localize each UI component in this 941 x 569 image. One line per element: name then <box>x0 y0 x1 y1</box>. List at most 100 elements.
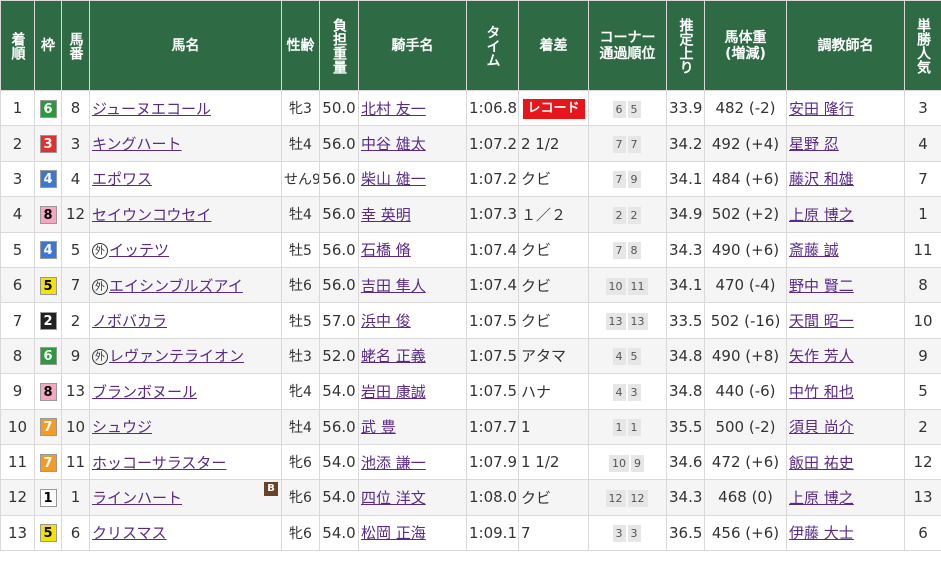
rank-value: 7 <box>12 311 23 330</box>
popularity-cell: 8 <box>904 266 941 304</box>
trainer-name-link[interactable]: 野中 賢二 <box>789 277 854 295</box>
trainer-cell: 中竹 和也 <box>786 373 905 410</box>
header-jockey: 騎手名 <box>358 0 467 91</box>
weight-cell: 54.0 <box>319 514 359 552</box>
weight-cell: 56.0 <box>319 266 359 304</box>
jockey-name-link[interactable]: 北村 友一 <box>361 100 426 118</box>
umaban-cell: 12 <box>61 196 90 233</box>
trainer-cell: 上原 博之 <box>786 479 905 516</box>
jockey-name-link[interactable]: 武 豊 <box>361 418 396 436</box>
horse-name-link[interactable]: エポワス <box>92 170 152 188</box>
table-row: 8 6 9 外レヴァンテライオン 牡3 52.0 蛯名 正義 1:07.5 アタ… <box>0 337 941 375</box>
time-value: 1:07.2 <box>469 134 517 153</box>
horse-name-link[interactable]: クリスマス <box>92 524 167 542</box>
jockey-cell: 北村 友一 <box>358 89 467 127</box>
table-row: 6 5 7 外エイシンブルズアイ 牡6 56.0 吉田 隼人 1:07.4 クビ… <box>0 266 941 304</box>
jockey-name-link[interactable]: 石橋 脩 <box>361 241 411 259</box>
weight-value: 54.0 <box>322 453 356 472</box>
jockey-cell: 武 豊 <box>358 408 467 445</box>
jockey-name-link[interactable]: 浜中 俊 <box>361 312 411 330</box>
rank-cell: 6 <box>0 266 35 304</box>
horse-name-link[interactable]: キングハート <box>92 135 182 153</box>
umaban-cell: 11 <box>61 443 90 481</box>
margin-cell: ハナ <box>518 373 589 410</box>
sexage-value: 牝6 <box>289 490 312 507</box>
horse-name-link[interactable]: シュウジ <box>92 418 152 436</box>
sexage-cell: 牡5 <box>281 302 320 339</box>
jockey-name-link[interactable]: 松岡 正海 <box>361 524 426 542</box>
horse-name-link[interactable]: ブランボヌール <box>92 383 197 401</box>
horse-name-link[interactable]: ラインハート <box>92 489 182 507</box>
corner-pos-1: 4 <box>612 348 626 366</box>
jockey-name-link[interactable]: 池添 謙一 <box>361 454 426 472</box>
horse-name-link[interactable]: ジューヌエコール <box>92 100 211 118</box>
weight-value: 52.0 <box>322 346 356 365</box>
trainer-name-link[interactable]: 伊藤 大士 <box>789 524 854 542</box>
corner-cell: 78 <box>588 231 667 268</box>
trainer-name-link[interactable]: 斎藤 誠 <box>789 241 839 259</box>
weight-cell: 56.0 <box>319 196 359 233</box>
umaban-cell: 4 <box>61 160 90 198</box>
jockey-name-link[interactable]: 幸 英明 <box>361 206 411 224</box>
jockey-name-link[interactable]: 蛯名 正義 <box>361 347 426 365</box>
popularity-cell: 7 <box>904 160 941 198</box>
jockey-name-link[interactable]: 吉田 隼人 <box>361 277 426 295</box>
horse-name-link[interactable]: イッテツ <box>109 241 169 259</box>
weight-cell: 56.0 <box>319 231 359 268</box>
trainer-name-link[interactable]: 矢作 芳人 <box>789 347 854 365</box>
trainer-name-link[interactable]: 天間 昭一 <box>789 312 854 330</box>
umaban-cell: 10 <box>61 408 90 445</box>
jockey-name-link[interactable]: 中谷 雄太 <box>361 135 426 153</box>
trainer-cell: 飯田 祐史 <box>786 443 905 481</box>
jockey-name-link[interactable]: 四位 洋文 <box>361 489 426 507</box>
corner-pos-2: 2 <box>627 206 641 224</box>
horse-name-link[interactable]: エイシンブルズアイ <box>109 277 243 295</box>
horse-cell: クリスマス <box>89 514 282 552</box>
horse-name-link[interactable]: レヴァンテライオン <box>109 347 244 365</box>
foreign-mark-icon: 外 <box>92 349 108 366</box>
body-weight-value: 468 (0) <box>718 488 773 507</box>
popularity-cell: 9 <box>904 337 941 375</box>
trainer-name-link[interactable]: 上原 博之 <box>789 489 854 507</box>
rank-value: 2 <box>12 134 23 153</box>
horse-name-link[interactable]: セイウンコウセイ <box>92 206 211 224</box>
margin-cell: クビ <box>518 302 589 339</box>
umaban-value: 9 <box>70 346 81 365</box>
waku-badge: 3 <box>39 135 57 154</box>
last3f-value: 34.8 <box>669 382 703 401</box>
last3f-value: 36.5 <box>669 523 703 542</box>
trainer-name-link[interactable]: 上原 博之 <box>789 206 854 224</box>
horse-name-link[interactable]: ホッコーサラスター <box>92 454 226 472</box>
horse-cell: 外レヴァンテライオン <box>89 337 282 375</box>
trainer-cell: 星野 忍 <box>786 125 905 162</box>
margin-value: クビ <box>521 276 552 295</box>
body-weight-value: 502 (+2) <box>711 205 780 224</box>
jockey-cell: 幸 英明 <box>358 196 467 233</box>
body-weight-cell: 502 (+2) <box>704 196 787 233</box>
umaban-cell: 9 <box>61 337 90 375</box>
corner-cell: 77 <box>588 125 667 162</box>
trainer-name-link[interactable]: 藤沢 和雄 <box>789 170 854 188</box>
header-body-line2: (増減) <box>725 45 766 62</box>
trainer-name-link[interactable]: 安田 隆行 <box>789 100 854 118</box>
last3f-cell: 34.6 <box>666 443 705 481</box>
corner-pos-2: 11 <box>627 277 648 295</box>
header-corner-line1: コーナー <box>599 29 656 46</box>
table-row: 2 3 3 キングハート 牡4 56.0 中谷 雄太 1:07.2 2 1/2 … <box>0 125 941 162</box>
jockey-name-link[interactable]: 柴山 雄一 <box>361 170 426 188</box>
trainer-name-link[interactable]: 星野 忍 <box>789 135 839 153</box>
weight-value: 56.0 <box>322 205 356 224</box>
corner-pos-2: 5 <box>627 348 641 366</box>
body-weight-value: 490 (+6) <box>711 240 780 259</box>
foreign-mark-icon: 外 <box>92 243 108 260</box>
horse-name-link[interactable]: ノボバカラ <box>92 312 167 330</box>
trainer-name-link[interactable]: 須貝 尚介 <box>789 418 854 436</box>
weight-cell: 56.0 <box>319 408 359 445</box>
trainer-name-link[interactable]: 飯田 祐史 <box>789 454 854 472</box>
last3f-value: 35.5 <box>669 417 703 436</box>
jockey-name-link[interactable]: 岩田 康誠 <box>361 383 426 401</box>
horse-cell: ホッコーサラスター <box>89 443 282 481</box>
horse-cell: エポワス <box>89 160 282 198</box>
trainer-name-link[interactable]: 中竹 和也 <box>789 383 854 401</box>
body-weight-cell: 440 (-6) <box>704 373 787 410</box>
